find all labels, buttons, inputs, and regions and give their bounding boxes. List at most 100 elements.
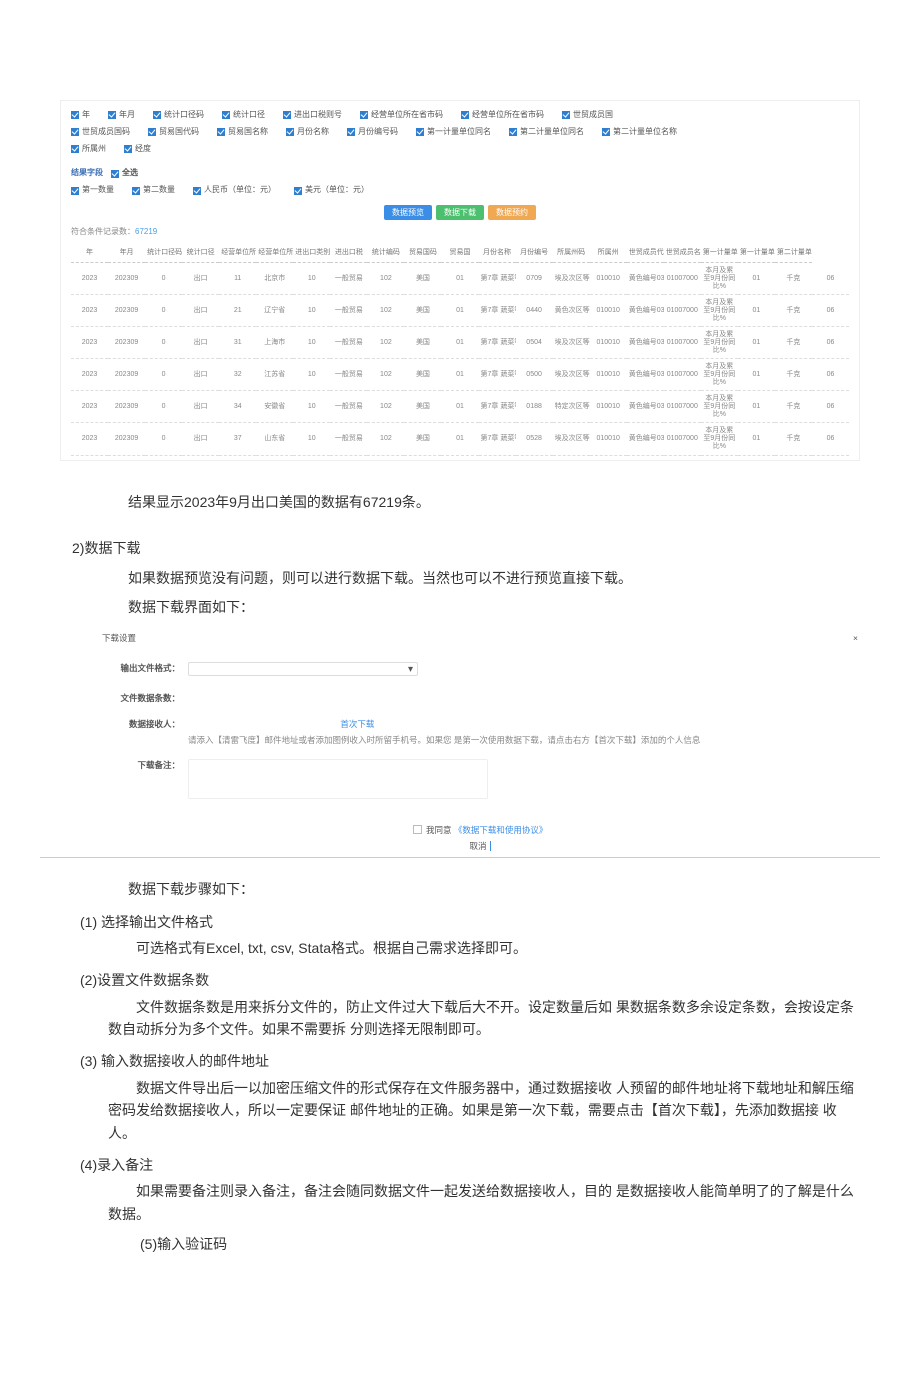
table-cell: 0188 [516, 391, 553, 423]
filter-checkbox[interactable]: 第二计量单位同名 [509, 126, 584, 139]
schedule-button[interactable]: 数据预约 [488, 205, 536, 220]
step-body: 数据文件导出后一以加密压缩文件的形式保存在文件服务器中，通过数据接收 人预留的邮… [108, 1077, 860, 1144]
table-header: 经营单位所在省市 [256, 243, 293, 263]
table-cell: 0504 [516, 327, 553, 359]
table-cell: 010010 [590, 359, 627, 391]
table-row: 20232023090出口32江苏省10一般贸易102美国01第7章 蔬菜等05… [71, 359, 849, 391]
filter-checkbox[interactable]: 统计口径码 [153, 109, 204, 122]
table-cell: 本月及累至9月份同比% [701, 295, 738, 327]
table-cell: 202309 [108, 423, 145, 455]
checkbox-icon [124, 145, 132, 153]
table-header: 第一计量单位代码 [701, 243, 738, 263]
checkbox-icon [286, 128, 294, 136]
filter-checkbox[interactable]: 第一计量单位同名 [416, 126, 491, 139]
filter-checkbox[interactable]: 世贸成员国 [562, 109, 613, 122]
table-cell: 本月及累至9月份同比% [701, 327, 738, 359]
checkbox-icon [132, 187, 140, 195]
table-header: 年月 [108, 243, 145, 263]
filter-checkbox[interactable]: 月份名称 [286, 126, 329, 139]
remark-textarea[interactable] [188, 759, 488, 799]
table-cell: 102 [367, 295, 404, 327]
table-cell: 山东省 [256, 423, 293, 455]
first-download-link[interactable]: 首次下载 [340, 719, 374, 729]
table-cell: 第7章 蔬菜等 [479, 359, 516, 391]
table-cell: 美国 [404, 391, 441, 423]
table-cell: 21 [219, 295, 256, 327]
table-cell: 出口 [182, 263, 219, 295]
table-cell: 10 [293, 295, 330, 327]
step-heading: (3) 输入数据接收人的邮件地址 [80, 1050, 860, 1072]
table-cell: 102 [367, 263, 404, 295]
table-cell: 10 [293, 359, 330, 391]
cancel-button[interactable]: 取消 [100, 840, 860, 854]
remark-label: 下载备注： [110, 759, 180, 773]
recipient-hint: 请添入【清雷飞度】邮件地址或者添加图例收入时所留手机号。如果您 是第一次使用数据… [188, 735, 860, 747]
table-row: 20232023090出口37山东省10一般贸易102美国01第7章 蔬菜等05… [71, 423, 849, 455]
paragraph: 数据下载界面如下： [100, 596, 860, 618]
table-header: 进出口税 [330, 243, 367, 263]
table-cell: 01 [441, 327, 478, 359]
table-cell: 202309 [108, 359, 145, 391]
filter-checkbox[interactable]: 第二数量 [132, 184, 175, 197]
filter-checkbox[interactable]: 美元（单位：元） [294, 184, 369, 197]
table-cell: 06 [812, 359, 849, 391]
record-count: 符合条件记录数：67219 [71, 226, 849, 239]
filter-checkbox[interactable]: 经营单位所在省市码 [360, 109, 443, 122]
table-cell: 01007000 [664, 359, 701, 391]
table-cell: 01 [738, 391, 775, 423]
select-all-checkbox[interactable]: 全选 [111, 167, 138, 180]
table-cell: 06 [812, 391, 849, 423]
table-cell: 美国 [404, 295, 441, 327]
table-cell: 0 [145, 263, 182, 295]
agreement-link[interactable]: 《数据下载和使用协议》 [454, 825, 548, 835]
checkbox-icon [360, 111, 368, 119]
close-icon[interactable]: × [853, 632, 858, 646]
filter-checkbox[interactable]: 年 [71, 109, 90, 122]
count-label: 文件数据条数： [110, 692, 180, 706]
agree-checkbox[interactable] [413, 825, 422, 834]
filter-checkbox[interactable]: 统计口径 [222, 109, 265, 122]
table-cell: 2023 [71, 423, 108, 455]
table-cell: 010010 [590, 263, 627, 295]
table-cell: 北京市 [256, 263, 293, 295]
agree-row: 我同意 《数据下载和使用协议》 [100, 824, 860, 838]
filter-checkbox[interactable]: 所属州 [71, 143, 106, 156]
table-cell: 江苏省 [256, 359, 293, 391]
table-cell: 黄色次区等 [553, 295, 590, 327]
filter-checkbox[interactable]: 年月 [108, 109, 135, 122]
preview-button[interactable]: 数据预览 [384, 205, 432, 220]
section-2-heading: 2)数据下载 [72, 537, 860, 559]
table-cell: 01 [441, 423, 478, 455]
format-select[interactable] [188, 662, 418, 676]
table-cell: 一般贸易 [330, 263, 367, 295]
table-cell: 一般贸易 [330, 391, 367, 423]
filter-checkbox[interactable]: 第二计量单位名称 [602, 126, 677, 139]
table-cell: 0709 [516, 263, 553, 295]
download-button[interactable]: 数据下载 [436, 205, 484, 220]
filter-checkbox[interactable]: 经度 [124, 143, 151, 156]
paragraph: 如果数据预览没有问题，则可以进行数据下载。当然也可以不进行预览直接下载。 [100, 567, 860, 589]
table-cell: 01007000 [664, 263, 701, 295]
divider [40, 857, 880, 858]
table-row: 20232023090出口21辽宁省10一般贸易102美国01第7章 蔬菜等04… [71, 295, 849, 327]
paragraph: 数据下载步骤如下： [100, 878, 860, 900]
filter-checkbox[interactable]: 贸易国名称 [217, 126, 268, 139]
filter-checkbox[interactable]: 贸易国代码 [148, 126, 199, 139]
table-header: 年 [71, 243, 108, 263]
filter-checkbox[interactable]: 第一数量 [71, 184, 114, 197]
filter-checkbox[interactable]: 世贸成员国码 [71, 126, 130, 139]
step-heading: (2)设置文件数据条数 [80, 969, 860, 991]
table-header: 第一计量单位名称 [738, 243, 775, 263]
filter-checkbox[interactable]: 人民币（单位：元） [193, 184, 276, 197]
checkbox-icon [217, 128, 225, 136]
table-cell: 01007000 [664, 327, 701, 359]
table-cell: 美国 [404, 327, 441, 359]
table-cell: 0 [145, 359, 182, 391]
table-cell: 06 [812, 423, 849, 455]
table-header: 贸易国 [441, 243, 478, 263]
filter-checkbox[interactable]: 月份编号码 [347, 126, 398, 139]
table-cell: 黄色编号036 [627, 327, 664, 359]
filter-checkbox[interactable]: 进出口税则号 [283, 109, 342, 122]
table-cell: 0440 [516, 295, 553, 327]
filter-checkbox[interactable]: 经营单位所在省市码 [461, 109, 544, 122]
